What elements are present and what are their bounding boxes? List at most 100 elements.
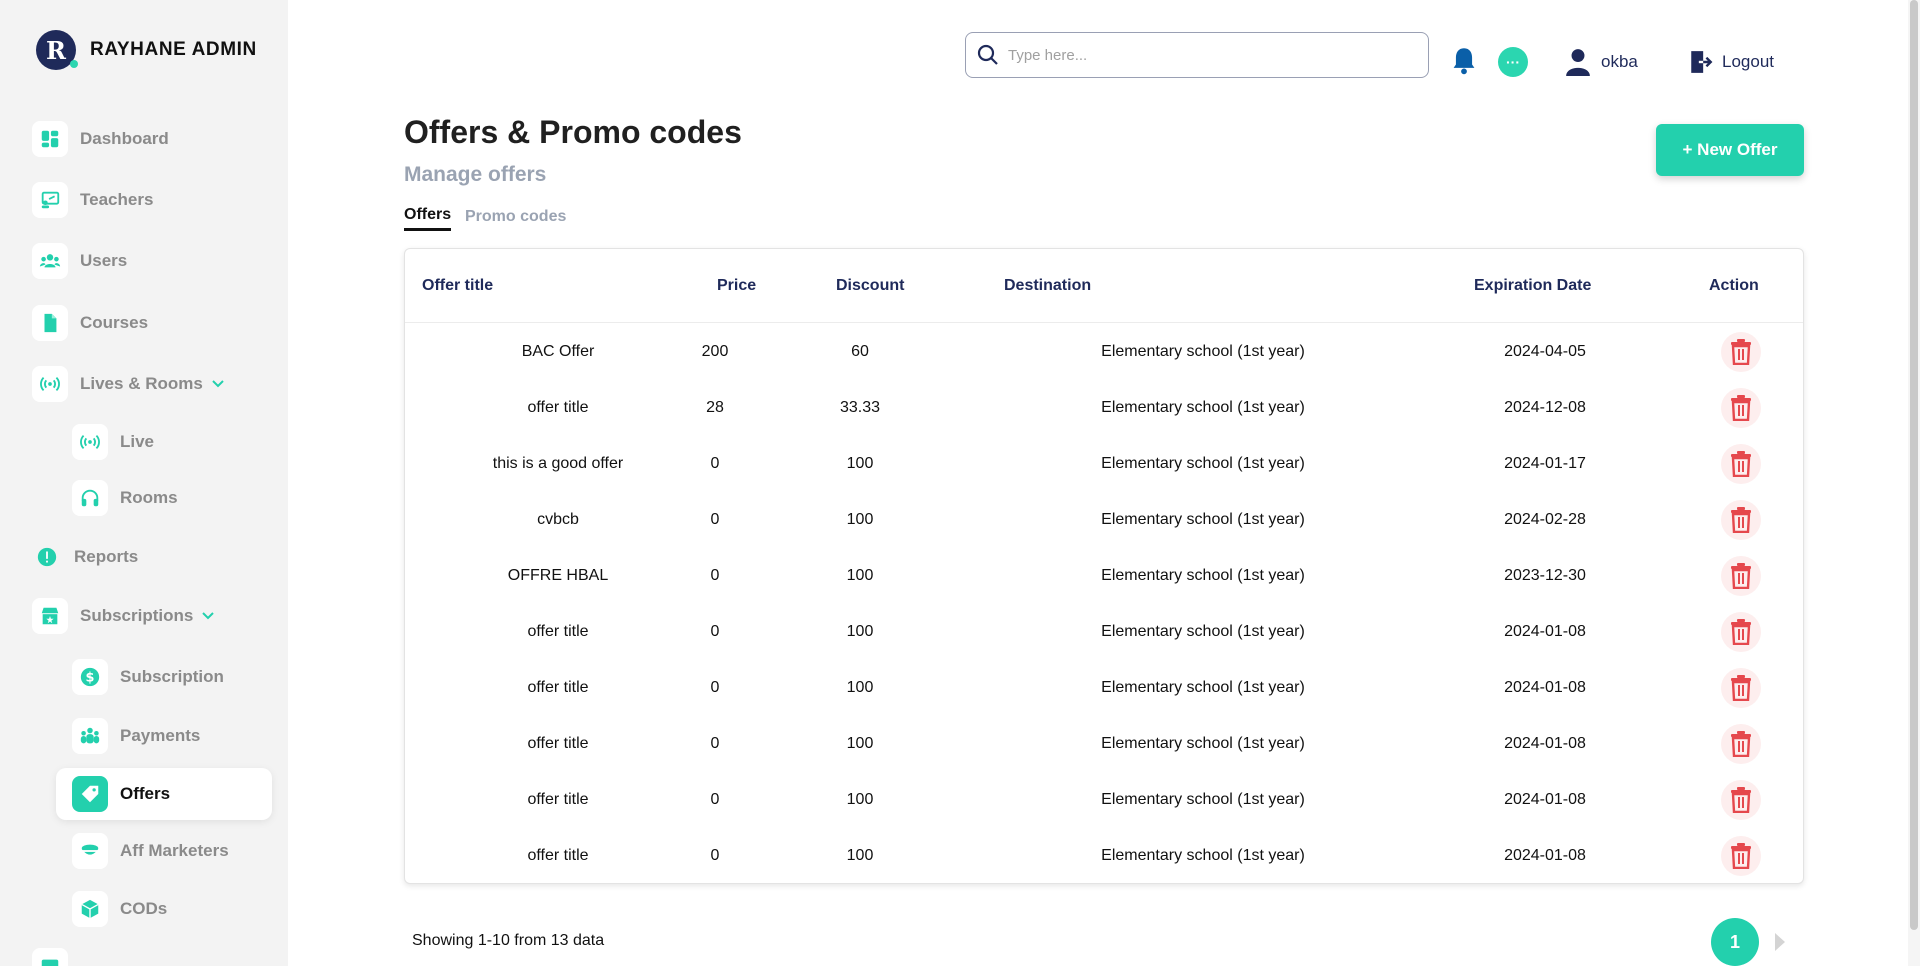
tab-offers[interactable]: Offers: [404, 206, 452, 231]
sidebar-item-users[interactable]: Users: [32, 243, 127, 279]
delete-button[interactable]: [1721, 668, 1761, 708]
column-header-expiration-date[interactable]: Expiration Date: [1474, 277, 1591, 295]
cell-destination: Elementary school (1st year): [1101, 847, 1305, 864]
cell-action: [1711, 492, 1771, 548]
table-row[interactable]: offer title 0 100 Elementary school (1st ye…: [405, 716, 1803, 772]
table-row[interactable]: this is a good offer 0 100 Elementary schoo…: [405, 436, 1803, 492]
delete-button[interactable]: [1721, 500, 1761, 540]
sidebar-item-label: Live: [120, 432, 155, 451]
trash-icon: [1730, 451, 1752, 477]
cell-price: 0: [710, 735, 720, 752]
pagination-summary: Showing 1-10 from 13 data: [412, 932, 605, 949]
table-row[interactable]: OFFRE HBAL 0 100 Elementary school (1st yea…: [405, 548, 1803, 604]
tab-promo-codes[interactable]: Promo codes: [465, 208, 566, 226]
chat-glyph: ···: [1506, 54, 1520, 70]
sidebar-item-courses[interactable]: Courses: [32, 305, 148, 341]
search-input[interactable]: [1008, 46, 1408, 64]
cell-price: 0: [710, 623, 720, 640]
sidebar-item-subscription[interactable]: $ Subscription: [72, 659, 224, 695]
cell-expiration-date: 2024-01-08: [1504, 623, 1586, 640]
delete-button[interactable]: [1721, 780, 1761, 820]
sidebar-item-lives-rooms[interactable]: Lives & Rooms: [32, 366, 225, 402]
sidebar-item-label: Aff Marketers: [120, 841, 229, 860]
sidebar-item-payments[interactable]: Payments: [72, 718, 200, 754]
scroll-thumb[interactable]: [1910, 0, 1918, 930]
table-row[interactable]: offer title 0 100 Elementary school (1st ye…: [405, 772, 1803, 828]
cell-offer-title: this is a good offer: [492, 455, 624, 472]
cell-price: 0: [710, 679, 720, 696]
scrollbar[interactable]: [1908, 0, 1920, 966]
table-row[interactable]: offer title 28 33.33 Elementary school (1st…: [405, 380, 1803, 436]
user-icon: [1566, 49, 1590, 76]
sidebar-item-partial: [32, 948, 80, 966]
chat-icon[interactable]: ···: [1498, 47, 1528, 77]
sidebar-item-teachers[interactable]: Teachers: [32, 182, 153, 218]
logout-button[interactable]: Logout: [1688, 49, 1774, 75]
sidebar-item-cods[interactable]: CODs: [72, 891, 167, 927]
delete-button[interactable]: [1721, 332, 1761, 372]
cell-destination: Elementary school (1st year): [1101, 455, 1305, 472]
sidebar-item-reports[interactable]: Reports: [32, 539, 138, 575]
user-menu[interactable]: okba: [1565, 48, 1638, 76]
column-header-destination[interactable]: Destination: [1004, 277, 1091, 295]
page-button-1[interactable]: 1: [1711, 918, 1759, 966]
offers-table: Offer title Price Discount Destination E…: [404, 248, 1804, 884]
sidebar-item-label: Reports: [74, 547, 139, 566]
cell-destination: Elementary school (1st year): [1101, 623, 1305, 640]
cell-action: [1711, 660, 1771, 716]
trash-icon: [1730, 563, 1752, 589]
sidebar-item-subscriptions[interactable]: Subscriptions: [32, 598, 215, 634]
cell-expiration-date: 2024-01-17: [1504, 455, 1586, 472]
cell-action: [1711, 604, 1771, 660]
page-title: Offers & Promo codes: [404, 114, 742, 150]
cell-discount: 33.33: [839, 399, 881, 416]
sidebar-item-label: Offers: [120, 784, 171, 803]
column-header-offer-title[interactable]: Offer title: [422, 277, 493, 295]
teacher-icon: [32, 182, 68, 218]
cell-expiration-date: 2024-01-08: [1504, 679, 1586, 696]
cell-discount: 60: [851, 343, 869, 360]
cell-expiration-date: 2024-04-05: [1504, 343, 1586, 360]
trash-icon: [1730, 339, 1752, 365]
table-row[interactable]: offer title 0 100 Elementary school (1st ye…: [405, 660, 1803, 716]
table-row[interactable]: BAC Offer 200 60 Elementary school (1st yea…: [405, 324, 1803, 380]
new-offer-button[interactable]: + New Offer: [1656, 124, 1804, 176]
cell-offer-title: offer title: [527, 679, 589, 696]
sidebar-item-dashboard[interactable]: Dashboard: [32, 121, 169, 157]
dashboard-icon: [32, 121, 68, 157]
delete-button[interactable]: [1721, 724, 1761, 764]
tag-icon: [72, 776, 108, 812]
cell-discount: 100: [846, 679, 874, 696]
cell-action: [1711, 380, 1771, 436]
box-icon: [72, 891, 108, 927]
sidebar-item-label: Teachers: [80, 190, 154, 209]
cell-price: 0: [710, 455, 720, 472]
sidebar-item-rooms[interactable]: Rooms: [72, 480, 178, 516]
delete-button[interactable]: [1721, 388, 1761, 428]
page-subtitle: Manage offers: [404, 163, 547, 186]
cell-discount: 100: [846, 847, 874, 864]
column-header-discount[interactable]: Discount: [836, 277, 904, 295]
bell-icon[interactable]: [1450, 46, 1478, 76]
table-row[interactable]: offer title 0 100 Elementary school (1st ye…: [405, 604, 1803, 660]
sidebar-item-offers[interactable]: Offers: [56, 768, 272, 820]
table-row[interactable]: cvbcb 0 100 Elementary school (1st year) 202…: [405, 492, 1803, 548]
delete-button[interactable]: [1721, 612, 1761, 652]
landing-icon: [32, 948, 68, 966]
next-page-icon[interactable]: [1773, 932, 1787, 952]
sidebar-item-live[interactable]: Live: [72, 424, 154, 460]
brand[interactable]: R RAYHANE ADMIN: [36, 30, 257, 70]
cell-discount: 100: [846, 623, 874, 640]
search-box[interactable]: [965, 32, 1429, 78]
delete-button[interactable]: [1721, 444, 1761, 484]
sidebar-item-label: Lives & Rooms: [80, 374, 203, 393]
delete-button[interactable]: [1721, 836, 1761, 876]
delete-button[interactable]: [1721, 556, 1761, 596]
table-row[interactable]: offer title 0 100 Elementary school (1st ye…: [405, 828, 1803, 884]
cell-expiration-date: 2024-01-08: [1504, 791, 1586, 808]
cell-offer-title: offer title: [527, 623, 589, 640]
column-header-price[interactable]: Price: [717, 277, 756, 295]
sidebar-item-aff-marketers[interactable]: Aff Marketers: [72, 833, 229, 869]
sidebar-item-label: Rooms: [120, 488, 178, 507]
sidebar-item-label: Subscriptions: [80, 606, 194, 625]
